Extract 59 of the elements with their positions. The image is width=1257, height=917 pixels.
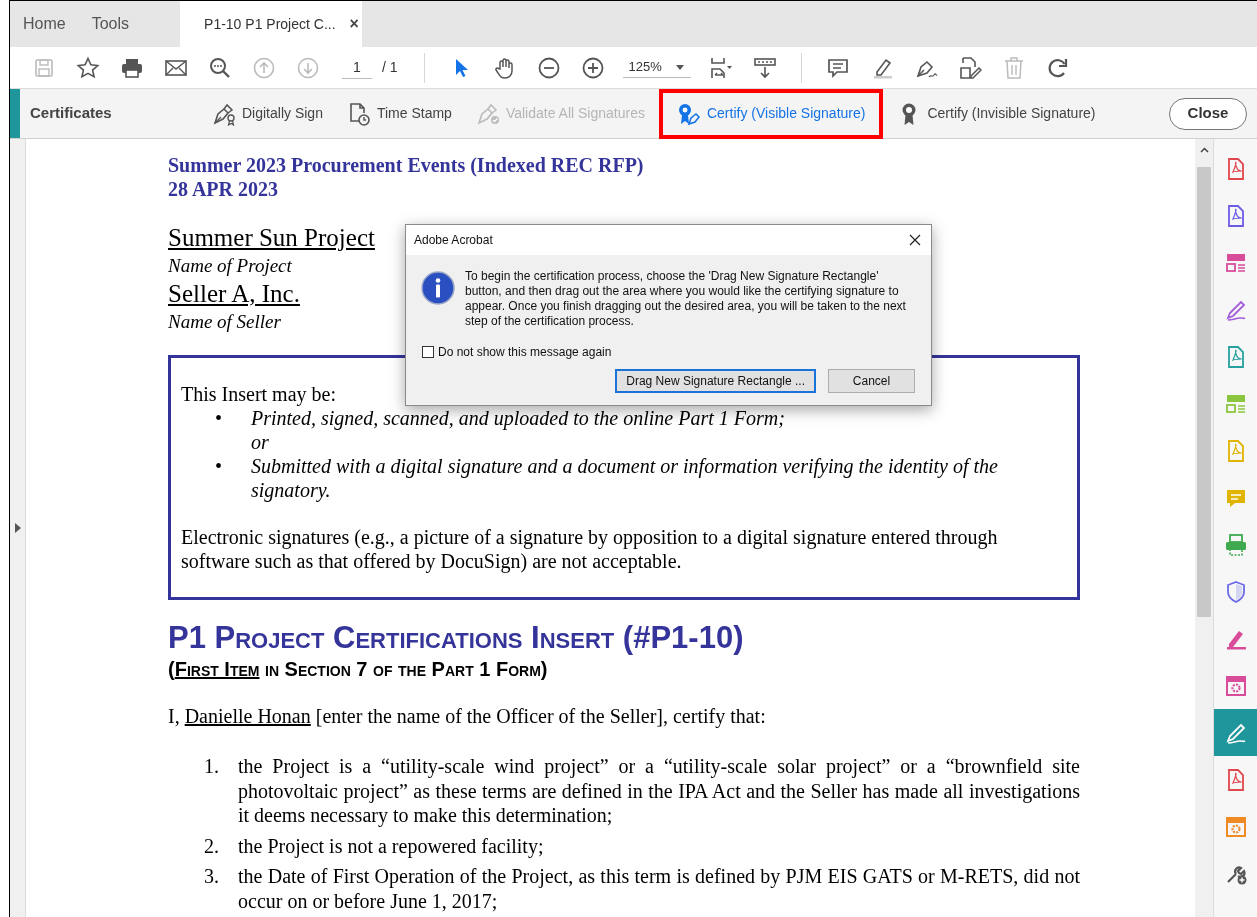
dialog-message: To begin the certification process, choose the 'Drag New Signature Rectangle' button, and then drag out the area where you would like the certifying signature to appear. Once you finish dragging out the desired area, you will be taken to the next step of the certification process. (465, 269, 907, 329)
caret-icon (675, 64, 684, 70)
document-title: P1 Project Certifications Insert (#P1-10) (168, 620, 745, 656)
page-fit-icon[interactable] (708, 55, 733, 80)
field-value: Summer Sun Project (168, 224, 375, 252)
bullet-text: Submitted with a digital signature and a document or information verifying the identity of the signatory. (251, 454, 999, 502)
document-heading: 28 APR 2023 (168, 177, 279, 201)
star-icon[interactable] (76, 55, 100, 80)
accent-bar (10, 89, 20, 138)
scrollbar-thumb[interactable] (1197, 167, 1211, 617)
page-count: / 1 (382, 58, 398, 77)
checkbox[interactable] (422, 346, 434, 358)
list-number: 3. (203, 864, 220, 889)
toolbar-button[interactable]: Certify (Visible Signature) (658, 88, 884, 139)
notice-text: This Insert may be: (181, 382, 336, 406)
toolbar-button[interactable]: Certify (Invisible Signature) (889, 95, 1104, 132)
list-number: 1. (203, 754, 220, 779)
statement-text: I, Danielle Honan [enter the name of the Officer of the Seller], certify that: (168, 704, 767, 728)
page-number-field[interactable]: 1 (342, 56, 372, 79)
expand-icon[interactable] (14, 523, 21, 533)
field-caption: Name of Seller (168, 310, 281, 334)
tab[interactable]: Tools (78, 1, 143, 47)
checkbox-label[interactable]: Do not show this message again (422, 343, 931, 361)
search-icon[interactable] (208, 55, 232, 80)
list-number: 2. (203, 833, 220, 858)
list-item-text: the Date of First Operation of the Project, as this term is defined by PJM EIS GATS or M-RETS, did not occur on or before June 1, 2017; (238, 864, 1080, 913)
list-item-text: the Project is a “utility-scale wind project” or a “utility-scale solar project” or a “brownfield site photovoltaic project” as these terms are defined in the IPA Act and the Seller has made all investigations it deems necessary to make this determination; (238, 754, 1080, 828)
toolbar-button[interactable]: Time Stamp (338, 95, 460, 132)
list-item-text: the Project is not a repowered facility; (238, 833, 544, 858)
pen-check-icon (475, 101, 500, 126)
dialog-title: Adobe Acrobat (414, 232, 493, 249)
bullet-text: or (251, 430, 269, 454)
document-pencil-icon[interactable] (957, 55, 982, 80)
tab[interactable]: Home (10, 1, 79, 47)
bullet-text: Printed, signed, scanned, and uploaded to the online Part 1 Form; (251, 406, 785, 430)
scroll-mode-icon[interactable] (752, 55, 777, 80)
zoom-in-icon[interactable] (580, 55, 605, 80)
close-icon[interactable] (909, 234, 921, 246)
zoom-out-icon[interactable] (536, 55, 561, 80)
tab[interactable]: P1-10 P1 Project C... × (180, 1, 363, 47)
info-icon (421, 271, 455, 305)
scrollbar[interactable] (1195, 139, 1213, 917)
notice-text: Electronic signatures (e.g., a picture of a signature by opposition to a digital signature entered through software such as that offered by DocuSign) are not acceptable. (181, 525, 999, 573)
document-heading: Summer 2023 Procurement Events (Indexed REC RFP) (168, 153, 645, 177)
toolbar-button[interactable]: Digitally Sign (204, 95, 331, 132)
close-button[interactable]: Close (1169, 97, 1247, 130)
field-caption: Name of Project (168, 254, 292, 278)
bullet: • (214, 454, 223, 479)
toolbar-title: Certificates (30, 103, 113, 124)
bullet: • (214, 406, 223, 430)
document-subtitle: (First Item in Section 7 of the Part 1 Form) (168, 657, 549, 682)
field-value: Seller A, Inc. (168, 280, 300, 308)
dialog-button[interactable]: Drag New Signature Rectangle ... (615, 369, 816, 393)
scroll-up-icon[interactable] (1199, 147, 1209, 153)
dialog-button[interactable]: Cancel (828, 369, 915, 393)
close-tab-button[interactable]: × (349, 12, 359, 36)
ribbon-pen-icon (676, 101, 701, 126)
zoom-field[interactable]: 125% (622, 57, 691, 78)
selected-tool-button[interactable] (1214, 709, 1257, 756)
